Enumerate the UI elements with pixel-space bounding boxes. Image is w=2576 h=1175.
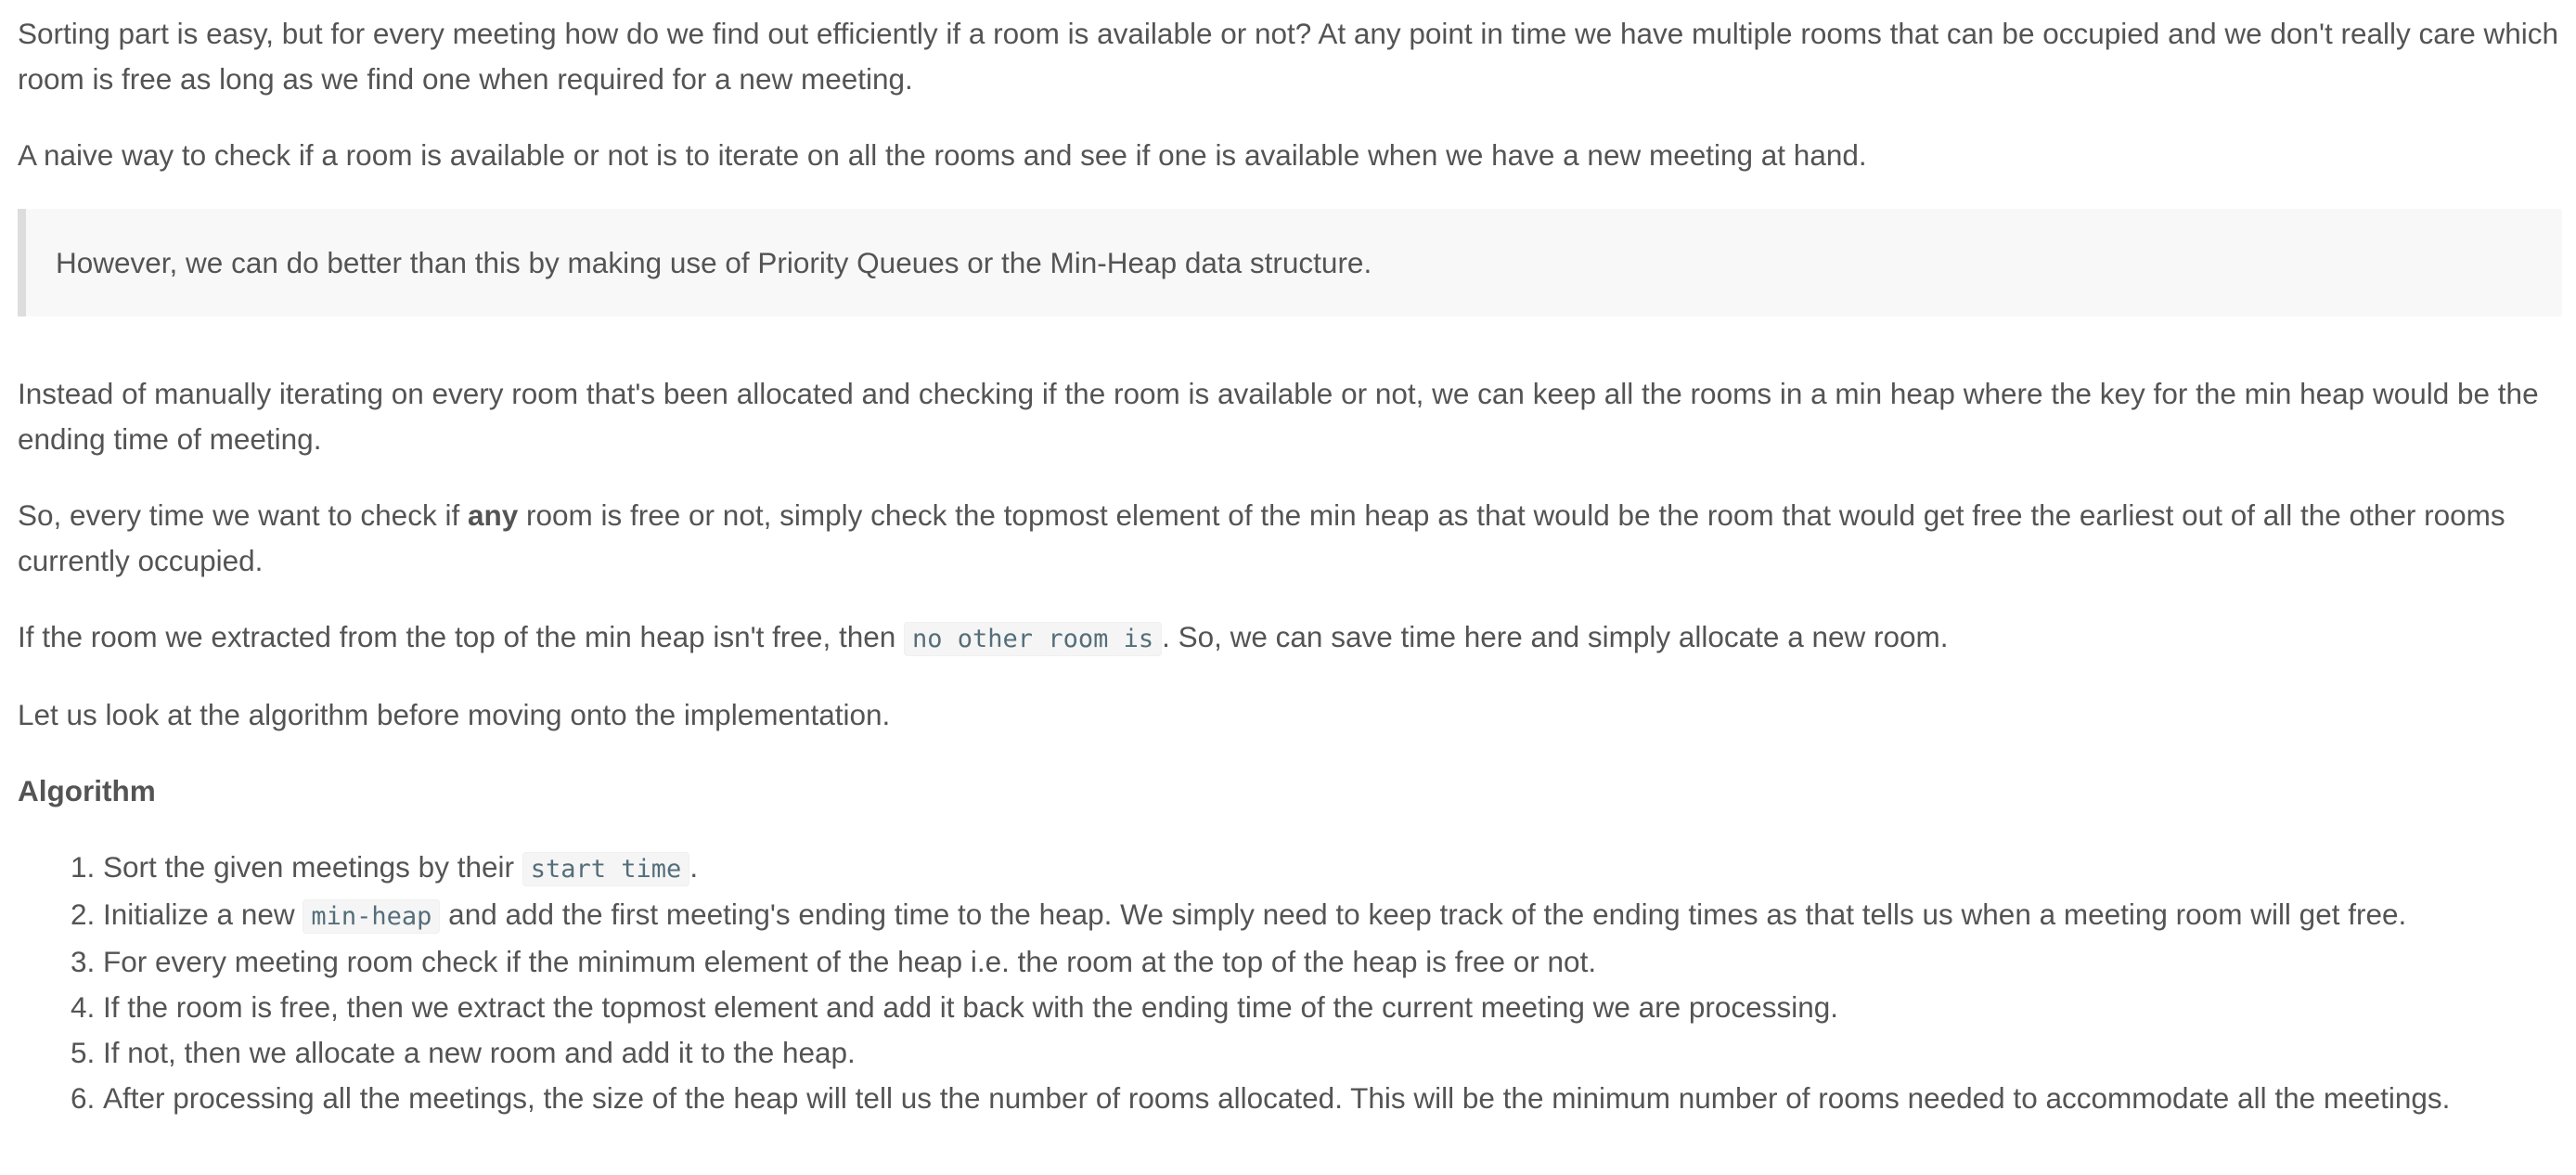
- inline-code-min-heap: min-heap: [303, 899, 441, 934]
- inline-code-start-time: start time: [522, 852, 690, 886]
- algorithm-step-2: Initialize a new min-heap and add the fi…: [103, 892, 2562, 939]
- text-segment: So, every time we want to check if: [18, 498, 468, 532]
- bold-any: any: [467, 498, 519, 532]
- algorithm-step-4: If the room is free, then we extract the…: [103, 985, 2562, 1030]
- algorithm-heading: Algorithm: [18, 774, 156, 807]
- blockquote-priority-queue: However, we can do better than this by m…: [18, 209, 2562, 316]
- paragraph-naive-approach: A naive way to check if a room is availa…: [18, 138, 1867, 172]
- paragraph-topmost-element: So, every time we want to check if any r…: [18, 493, 2562, 584]
- text-segment: .: [689, 850, 699, 884]
- inline-code-no-other-room: no other room is: [904, 622, 1163, 656]
- paragraph-algorithm-intro: Let us look at the algorithm before movi…: [18, 698, 891, 731]
- blockquote-text: However, we can do better than this by m…: [56, 246, 1372, 279]
- paragraph-no-other-room: If the room we extracted from the top of…: [18, 614, 2562, 662]
- article-body: Sorting part is easy, but for every meet…: [18, 11, 2562, 1121]
- algorithm-step-6: After processing all the meetings, the s…: [103, 1076, 2562, 1121]
- text-segment: and add the first meeting's ending time …: [440, 897, 2407, 931]
- algorithm-step-3: For every meeting room check if the mini…: [103, 939, 2562, 985]
- paragraph-min-heap-key: Instead of manually iterating on every r…: [18, 377, 2539, 456]
- text-segment: Initialize a new: [103, 897, 303, 931]
- text-segment: If the room we extracted from the top of…: [18, 620, 905, 653]
- text-segment: . So, we can save time here and simply a…: [1162, 620, 1949, 653]
- algorithm-steps-list: Sort the given meetings by their start t…: [18, 845, 2562, 1121]
- text-segment: Sort the given meetings by their: [103, 850, 522, 884]
- paragraph-room-availability: Sorting part is easy, but for every meet…: [18, 17, 2559, 96]
- algorithm-step-5: If not, then we allocate a new room and …: [103, 1030, 2562, 1076]
- algorithm-step-1: Sort the given meetings by their start t…: [103, 845, 2562, 892]
